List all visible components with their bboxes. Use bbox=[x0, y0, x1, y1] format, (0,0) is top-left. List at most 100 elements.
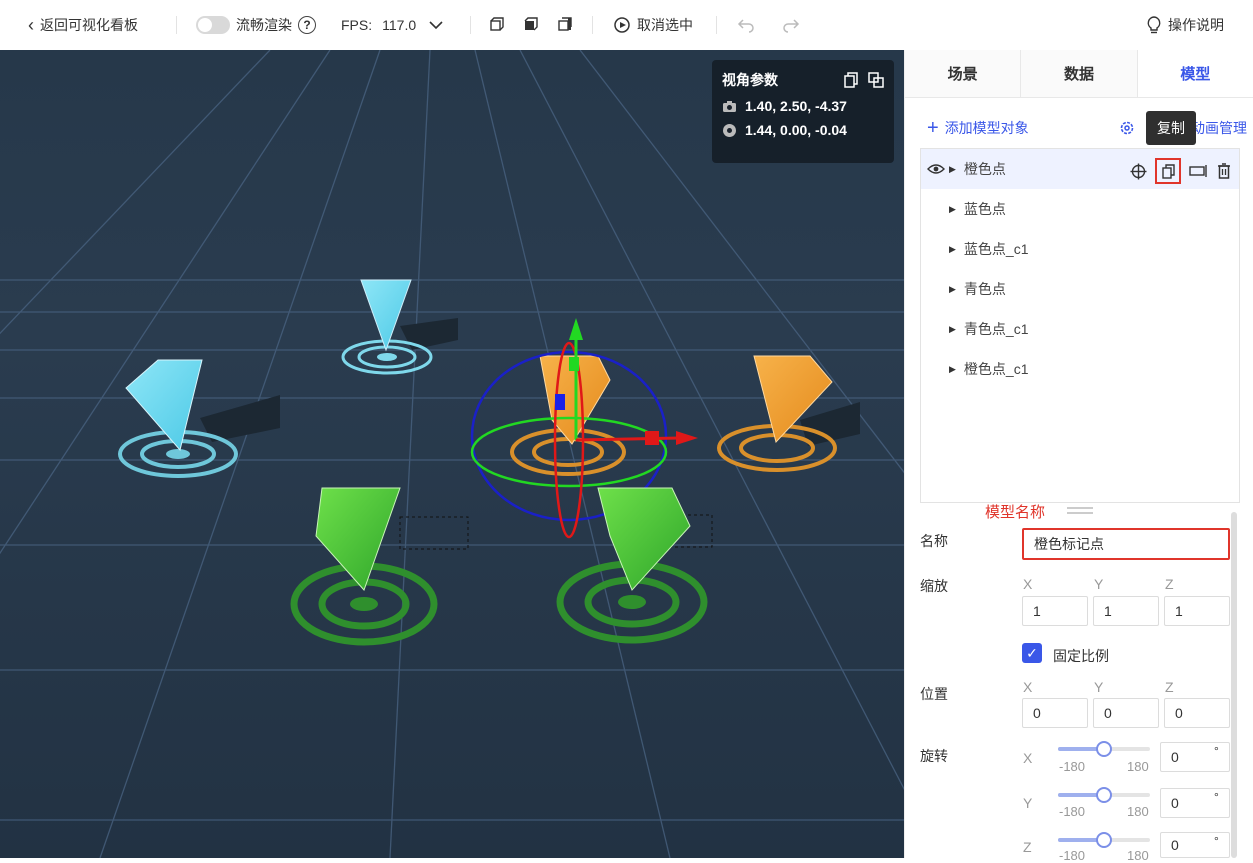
tree-item-label: 青色点_c1 bbox=[963, 321, 1029, 337]
back-button[interactable]: ‹ 返回可视化看板 bbox=[28, 0, 138, 50]
smooth-render-toggle[interactable]: 流畅渲染 ? bbox=[196, 0, 316, 50]
view-params-panel: 视角参数 1.40, 2.50, -4.37 1.44, 0.00, -0.04 bbox=[712, 60, 894, 163]
rotation-y-axis: Y bbox=[1023, 795, 1033, 811]
scale-label: 缩放 bbox=[920, 578, 948, 594]
panel-tabs: 场景 数据 模型 bbox=[905, 50, 1253, 98]
rotation-y-slider[interactable] bbox=[1058, 787, 1150, 803]
tree-item-label: 橙色点_c1 bbox=[963, 361, 1029, 377]
copy-tooltip: 复制 bbox=[1146, 111, 1196, 145]
tab-data[interactable]: 数据 bbox=[1021, 50, 1138, 97]
tab-scene[interactable]: 场景 bbox=[905, 50, 1022, 97]
side-view-icon[interactable] bbox=[558, 17, 572, 33]
position-z-input[interactable]: 0 bbox=[1164, 698, 1230, 728]
scale-y-input[interactable]: 1 bbox=[1093, 596, 1159, 626]
tree-item[interactable]: ▶ 橙色点_c1 bbox=[921, 349, 1239, 389]
position-x-input[interactable]: 0 bbox=[1022, 698, 1088, 728]
help-label: 操作说明 bbox=[1168, 17, 1224, 33]
deselect-icon bbox=[614, 17, 630, 33]
smooth-render-label: 流畅渲染 bbox=[236, 17, 292, 33]
caret-right-icon[interactable]: ▶ bbox=[949, 284, 956, 295]
undo-icon[interactable] bbox=[737, 16, 755, 34]
copy-icon[interactable] bbox=[844, 72, 858, 88]
deselect-label: 取消选中 bbox=[637, 17, 693, 33]
lock-ratio-checkbox[interactable]: ✓ bbox=[1022, 643, 1042, 663]
redo-icon[interactable] bbox=[782, 16, 800, 34]
tree-item-label: 蓝色点 bbox=[963, 201, 1006, 217]
tree-item[interactable]: ▶ 青色点_c1 bbox=[921, 309, 1239, 349]
name-label: 名称 bbox=[920, 533, 948, 549]
green-marker-right bbox=[556, 487, 713, 644]
copy-icon bbox=[1161, 163, 1175, 179]
slider-max-label: 180 bbox=[1127, 804, 1149, 819]
degree-label: ° bbox=[1214, 790, 1219, 804]
add-model-label: 添加模型对象 bbox=[944, 120, 1029, 136]
add-model-button[interactable]: + 添加模型对象 bbox=[927, 118, 1029, 138]
scene-viewport[interactable]: 视角参数 1.40, 2.50, -4.37 1.44, 0.00, -0.04 bbox=[0, 50, 904, 858]
position-y-input[interactable]: 0 bbox=[1093, 698, 1159, 728]
tree-item-label: 蓝色点_c1 bbox=[963, 241, 1029, 257]
plus-icon: + bbox=[927, 117, 939, 139]
caret-right-icon[interactable]: ▶ bbox=[949, 244, 956, 255]
rotation-x-input[interactable]: 0 bbox=[1160, 742, 1230, 772]
front-view-icon[interactable] bbox=[490, 17, 504, 33]
animation-manage-label: 动画管理 bbox=[1191, 120, 1247, 136]
tab-model[interactable]: 模型 bbox=[1137, 50, 1253, 97]
slider-handle[interactable] bbox=[1096, 832, 1112, 848]
rotation-y-input[interactable]: 0 bbox=[1160, 788, 1230, 818]
help-circle-icon[interactable]: ? bbox=[298, 16, 316, 34]
rotation-x-slider[interactable] bbox=[1058, 741, 1150, 757]
deselect-button[interactable]: 取消选中 bbox=[613, 0, 693, 50]
caret-right-icon[interactable]: ▶ bbox=[949, 204, 956, 215]
position-y-axis: Y bbox=[1094, 679, 1104, 695]
floor-grid bbox=[0, 50, 904, 858]
cyan-marker-left bbox=[118, 359, 280, 478]
cyan-marker-small bbox=[341, 279, 458, 375]
slider-min-label: -180 bbox=[1059, 848, 1086, 863]
tree-item[interactable]: ▶ 青色点 bbox=[921, 269, 1239, 309]
divider bbox=[470, 16, 471, 34]
scale-z-axis: Z bbox=[1165, 576, 1174, 592]
rotation-label: 旋转 bbox=[920, 748, 948, 764]
scale-z-input[interactable]: 1 bbox=[1164, 596, 1230, 626]
orange-marker-right bbox=[717, 355, 860, 472]
rename-icon[interactable] bbox=[1189, 164, 1209, 178]
drag-handle[interactable] bbox=[1067, 507, 1093, 509]
tree-item-label: 橙色点 bbox=[963, 161, 1006, 177]
locate-icon[interactable] bbox=[1130, 163, 1147, 180]
caret-right-icon[interactable]: ▶ bbox=[949, 324, 956, 335]
name-input[interactable]: 橙色标记点 bbox=[1022, 528, 1230, 560]
gear-icon bbox=[1120, 121, 1134, 135]
slider-handle[interactable] bbox=[1096, 787, 1112, 803]
top-view-icon[interactable] bbox=[524, 17, 538, 33]
properties-panel: 场景 数据 模型 + 添加模型对象 动画管理 复制 ▶ 橙色点 ▶ 蓝色点 ▶ … bbox=[904, 50, 1253, 863]
tree-item[interactable]: ▶ 橙色点 bbox=[921, 149, 1239, 189]
tree-item-label: 青色点 bbox=[963, 281, 1006, 297]
help-button[interactable]: 操作说明 bbox=[1146, 0, 1224, 50]
chevron-down-icon[interactable] bbox=[428, 17, 444, 33]
caret-right-icon[interactable]: ▶ bbox=[949, 364, 956, 375]
model-name-annotation: 模型名称 bbox=[985, 504, 1046, 521]
green-marker-left bbox=[290, 487, 469, 646]
toggle-switch[interactable] bbox=[196, 16, 230, 34]
camera-position: 1.40, 2.50, -4.37 bbox=[745, 98, 847, 114]
rotation-z-input[interactable]: 0 bbox=[1160, 832, 1230, 858]
scene-canvas[interactable] bbox=[0, 50, 904, 858]
tree-item[interactable]: ▶ 蓝色点_c1 bbox=[921, 229, 1239, 269]
degree-label: ° bbox=[1214, 744, 1219, 758]
tree-item[interactable]: ▶ 蓝色点 bbox=[921, 189, 1239, 229]
panel-scrollbar[interactable] bbox=[1231, 512, 1237, 858]
rotation-z-slider[interactable] bbox=[1058, 832, 1150, 848]
camera-icon bbox=[723, 100, 736, 112]
eye-visibility-icon[interactable] bbox=[927, 163, 945, 175]
trash-icon[interactable] bbox=[1217, 163, 1231, 179]
copy-button[interactable] bbox=[1155, 158, 1181, 184]
position-x-axis: X bbox=[1023, 679, 1033, 695]
fps-value: 117.0 bbox=[382, 17, 417, 33]
caret-right-icon[interactable]: ▶ bbox=[949, 164, 956, 175]
fps-label: FPS: bbox=[341, 17, 373, 33]
scale-x-input[interactable]: 1 bbox=[1022, 596, 1088, 626]
lock-ratio-label: 固定比例 bbox=[1053, 648, 1109, 664]
slider-handle[interactable] bbox=[1096, 741, 1112, 757]
back-label: 返回可视化看板 bbox=[40, 17, 138, 33]
paste-icon[interactable] bbox=[868, 72, 884, 88]
